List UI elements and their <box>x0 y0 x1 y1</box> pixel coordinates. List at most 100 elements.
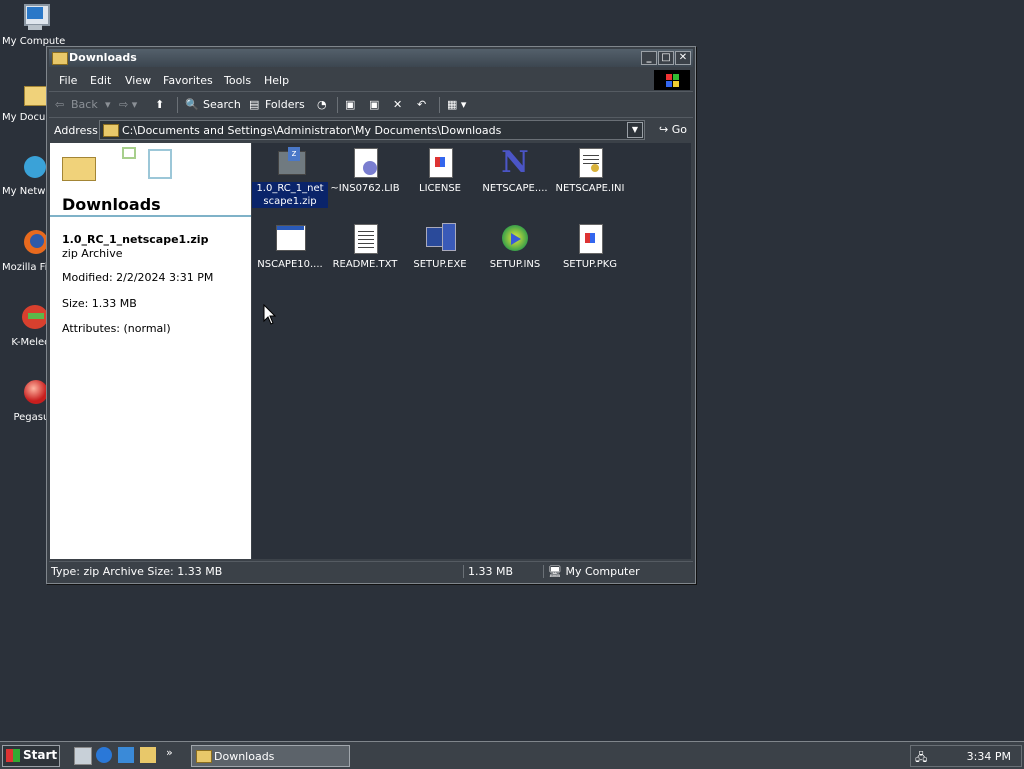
status-bar: Type: zip Archive Size: 1.33 MB 1.33 MB … <box>49 561 693 582</box>
file-label: README.TXT <box>332 259 398 270</box>
menu-favorites[interactable]: Favorites <box>163 74 213 87</box>
address-bar: Address C:\Documents and Settings\Admini… <box>49 119 693 141</box>
views-button[interactable]: ▦ ▾ <box>447 98 466 111</box>
folder-large-icon <box>62 157 96 181</box>
lib-icon <box>349 147 381 179</box>
maximize-button[interactable]: □ <box>658 51 674 65</box>
license-icon <box>424 147 456 179</box>
file-label: NETSCAPE.INI <box>555 183 625 194</box>
menu-file[interactable]: File <box>59 74 77 87</box>
details-attributes: Attributes: (normal) <box>62 322 171 335</box>
minimize-button[interactable]: _ <box>641 51 657 65</box>
address-dropdown-button[interactable]: ▼ <box>627 122 643 138</box>
file-item[interactable]: NETSCAPE.INI <box>552 147 628 195</box>
details-modified: Modified: 2/2/2024 3:31 PM <box>62 271 214 284</box>
zip-icon: z <box>274 147 306 179</box>
file-label: SETUP.PKG <box>562 259 618 270</box>
windows-logo-icon <box>654 70 690 90</box>
start-label: Start <box>23 748 58 762</box>
quicklaunch-overflow[interactable]: » <box>166 746 173 759</box>
taskbar-button-downloads[interactable]: Downloads <box>191 745 350 767</box>
menu-tools[interactable]: Tools <box>224 74 251 87</box>
quicklaunch-ie-icon[interactable] <box>96 747 112 763</box>
details-size: Size: 1.33 MB <box>62 297 137 310</box>
file-label: SETUP.EXE <box>413 259 467 270</box>
computer-icon: 🖥 <box>548 565 562 578</box>
go-button[interactable]: ↪ Go <box>659 123 687 136</box>
folder-icon <box>52 52 68 65</box>
netscape-icon: N <box>501 145 529 180</box>
address-input[interactable]: C:\Documents and Settings\Administrator\… <box>99 120 645 140</box>
status-zone-label: My Computer <box>565 565 640 578</box>
task-label: Downloads <box>214 750 275 763</box>
window-title: Downloads <box>69 51 137 64</box>
file-label: ~INS0762.LIB <box>330 183 400 194</box>
cursor-arrow-icon <box>263 303 277 325</box>
decorative-square <box>122 147 136 159</box>
quicklaunch-outlook-icon[interactable] <box>74 747 92 765</box>
network-tray-icon[interactable]: 🖧 <box>915 749 927 768</box>
setup-exe-icon <box>424 223 456 255</box>
quicklaunch-desktop-icon[interactable] <box>118 747 134 763</box>
file-list: z 1.0_RC_1_net scape1.zip ~INS0762.LIB L… <box>252 143 691 559</box>
setup-ins-icon <box>499 223 531 255</box>
file-item[interactable]: z 1.0_RC_1_net scape1.zip <box>252 147 328 208</box>
file-item[interactable]: SETUP.INS <box>477 223 553 271</box>
undo-icon[interactable]: ↶ <box>417 98 426 111</box>
folders-icon: ▤ <box>249 98 260 111</box>
status-size: 1.33 MB <box>463 565 542 578</box>
delete-icon[interactable]: ✕ <box>393 98 402 111</box>
go-label: Go <box>671 123 687 136</box>
file-item[interactable]: SETUP.EXE <box>402 223 478 271</box>
menu-view[interactable]: View <box>125 74 151 87</box>
toolbar: ⇦ Back ▾ ⇨ ▾ ⬆ 🔍 Search ▤ Folders ◔ ▣ ▣ … <box>49 93 693 118</box>
file-item[interactable]: N NETSCAPE.... <box>477 147 553 195</box>
file-item[interactable]: README.TXT <box>327 223 403 271</box>
chevron-down-icon[interactable]: ▾ <box>105 98 111 111</box>
up-folder-button[interactable]: ⬆ <box>155 98 164 111</box>
file-item[interactable]: LICENSE <box>402 147 478 195</box>
details-folder-title: Downloads <box>62 195 161 214</box>
search-button[interactable]: Search <box>203 98 241 111</box>
file-item[interactable]: NSCAPE10.... <box>252 223 328 271</box>
file-item[interactable]: ~INS0762.LIB <box>327 147 403 195</box>
file-label: LICENSE <box>419 183 461 194</box>
forward-button[interactable]: ⇨ ▾ <box>119 98 137 111</box>
menu-help[interactable]: Help <box>264 74 289 87</box>
system-tray: 🖧 3:34 PM <box>910 745 1022 767</box>
details-pane: Downloads 1.0_RC_1_netscape1.zip zip Arc… <box>50 143 251 559</box>
status-text: Type: zip Archive Size: 1.33 MB <box>51 565 223 578</box>
file-label: 1.0_RC_1_net scape1.zip <box>252 182 328 208</box>
clock[interactable]: 3:34 PM <box>967 750 1011 763</box>
folders-button[interactable]: Folders <box>265 98 305 111</box>
start-button[interactable]: Start <box>2 745 60 767</box>
file-label: SETUP.INS <box>489 259 541 270</box>
close-button[interactable]: ✕ <box>675 51 691 65</box>
windows-logo-icon <box>6 749 20 762</box>
title-bar[interactable]: Downloads _ □ ✕ <box>49 49 693 67</box>
file-label: NETSCAPE.... <box>482 183 548 194</box>
quicklaunch-explorer-icon[interactable] <box>140 747 156 763</box>
details-header: Downloads <box>50 143 251 217</box>
file-item[interactable]: SETUP.PKG <box>552 223 628 271</box>
explorer-window: Downloads _ □ ✕ File Edit View Favorites… <box>46 46 696 584</box>
copy-to-icon[interactable]: ▣ <box>369 98 379 111</box>
desktop-icon-my-computer[interactable]: My Computer <box>2 2 66 47</box>
move-to-icon[interactable]: ▣ <box>345 98 355 111</box>
window-icon <box>274 223 306 255</box>
file-label: NSCAPE10.... <box>257 259 323 270</box>
toolbar-separator <box>337 97 338 113</box>
details-file-type: zip Archive <box>62 247 123 260</box>
folder-icon <box>103 124 119 137</box>
back-button[interactable]: Back <box>71 98 98 111</box>
search-icon: 🔍 <box>185 98 199 111</box>
computer-icon <box>18 2 50 34</box>
taskbar: Start » Downloads 🖧 3:34 PM <box>0 741 1024 769</box>
address-label: Address <box>54 124 98 137</box>
history-icon[interactable]: ◔ <box>317 98 327 111</box>
menu-edit[interactable]: Edit <box>90 74 111 87</box>
decorative-square <box>148 149 172 179</box>
pkg-icon <box>574 223 606 255</box>
text-file-icon <box>349 223 381 255</box>
folder-icon <box>196 750 212 763</box>
